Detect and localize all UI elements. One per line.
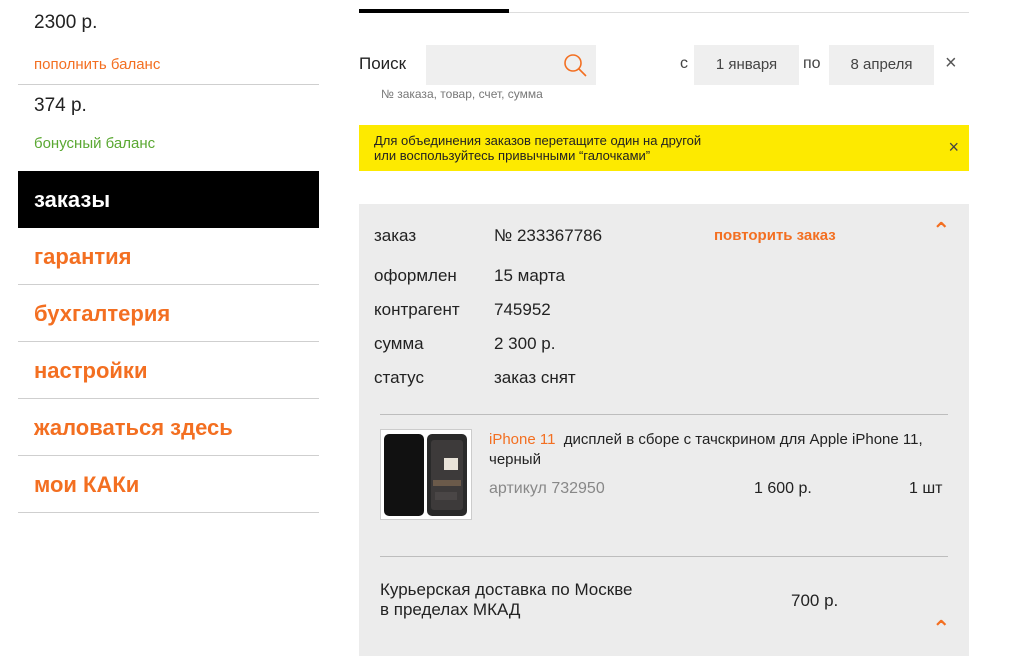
product-price: 1 600 р.: [754, 480, 812, 497]
sum-label: сумма: [374, 334, 424, 353]
search-label: Поиск: [359, 54, 407, 73]
repeat-order-link[interactable]: повторить заказ: [714, 227, 836, 244]
status-value: заказ снят: [494, 368, 576, 387]
notice-text: Для объединения заказов перетащите один …: [374, 133, 874, 163]
product-quantity: 1 шт: [909, 480, 943, 497]
nav-warranty[interactable]: гарантия: [18, 228, 319, 285]
delivery-price: 700 р.: [791, 591, 839, 610]
delivery-name: Курьерская доставка по Москве в пределах…: [380, 580, 680, 620]
counterparty-label: контрагент: [374, 300, 460, 319]
balance-amount: 2300 р.: [34, 12, 98, 33]
chevron-up-icon[interactable]: ⌃: [932, 616, 950, 642]
delivery-line-2: в пределах МКАД: [380, 600, 521, 619]
search-box[interactable]: [426, 45, 596, 85]
order-card[interactable]: заказ № 233367786 повторить заказ ⌃ офор…: [359, 204, 969, 656]
product-image[interactable]: [380, 429, 472, 520]
bonus-balance-label: бонусный баланс: [34, 135, 156, 152]
date-to-field[interactable]: 8 апреля: [829, 45, 934, 85]
order-number: № 233367786: [494, 226, 603, 245]
bonus-amount: 374 р.: [34, 95, 87, 116]
search-input[interactable]: [426, 45, 556, 85]
top-up-balance-link[interactable]: пополнить баланс: [34, 56, 160, 73]
status-label: статус: [374, 368, 424, 387]
divider: [18, 512, 319, 513]
created-label: оформлен: [374, 266, 457, 285]
search-icon[interactable]: [562, 52, 588, 78]
nav-my-kaki[interactable]: мои КАКи: [18, 456, 319, 513]
product-brand[interactable]: iPhone 11: [489, 431, 555, 448]
notice-line-1: Для объединения заказов перетащите один …: [374, 133, 702, 148]
delivery-line-1: Курьерская доставка по Москве: [380, 580, 633, 599]
date-to-label: по: [803, 55, 821, 72]
divider: [380, 414, 948, 415]
nav-complain[interactable]: жаловаться здесь: [18, 399, 319, 456]
counterparty-value: 745952: [494, 300, 551, 319]
nav-settings[interactable]: настройки: [18, 342, 319, 399]
nav-accounting[interactable]: бухгалтерия: [18, 285, 319, 342]
product-name[interactable]: iPhone 11 дисплей в сборе с тачскрином д…: [489, 430, 949, 470]
chevron-up-icon[interactable]: ⌃: [932, 218, 950, 244]
date-from-field[interactable]: 1 января: [694, 45, 799, 85]
close-icon[interactable]: ×: [948, 137, 959, 158]
merge-notice: Для объединения заказов перетащите один …: [359, 125, 969, 171]
divider: [18, 84, 319, 85]
orders-panel: Поиск № заказа, товар, счет, сумма с 1 я…: [359, 0, 969, 656]
created-value: 15 марта: [494, 266, 565, 285]
search-hint: № заказа, товар, счет, сумма: [381, 87, 543, 101]
divider: [380, 556, 948, 557]
sum-value: 2 300 р.: [494, 334, 556, 353]
product-sku: артикул 732950: [489, 480, 605, 497]
notice-line-2: или воспользуйтесь привычными “галочками…: [374, 148, 651, 163]
nav-orders[interactable]: заказы: [18, 171, 319, 228]
tab-active-indicator[interactable]: [359, 9, 509, 13]
clear-filter-icon[interactable]: ×: [945, 52, 957, 75]
product-description: дисплей в сборе с тачскрином для Apple i…: [489, 431, 923, 468]
order-label: заказ: [374, 226, 417, 245]
date-from-label: с: [680, 55, 688, 72]
